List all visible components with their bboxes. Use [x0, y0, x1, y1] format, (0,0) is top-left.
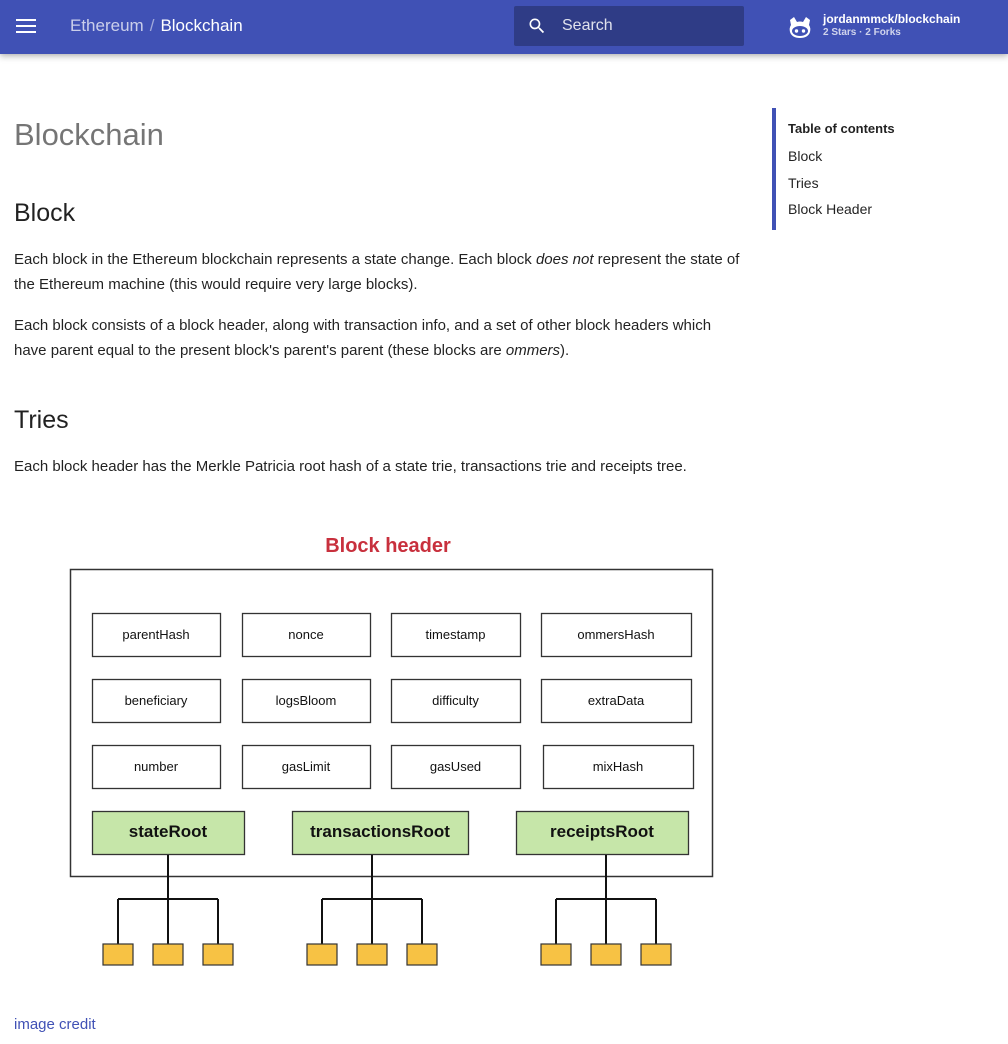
- search-box[interactable]: [514, 6, 744, 46]
- root-label-state-root: stateRoot: [129, 822, 208, 841]
- field-label-logs-bloom: logsBloom: [276, 693, 337, 708]
- toc-item-block-header[interactable]: Block Header: [788, 201, 872, 217]
- trie-leaf-node: [152, 943, 184, 966]
- field-label-timestamp: timestamp: [426, 627, 486, 642]
- p2-text-b: ).: [560, 342, 570, 359]
- field-label-extra-data: extraData: [588, 693, 645, 708]
- trie-leaf-node: [356, 943, 388, 966]
- repo-name: jordanmmck/blockchain: [823, 12, 961, 26]
- trie-leaf-node: [406, 943, 438, 966]
- field-label-difficulty: difficulty: [432, 693, 479, 708]
- breadcrumb: Ethereum / Blockchain: [70, 15, 243, 37]
- root-label-transactions-root: transactionsRoot: [310, 822, 450, 841]
- breadcrumb-separator: /: [149, 16, 155, 35]
- block-header-diagram: Block header parentHash nonce timestamp omm…: [60, 525, 740, 980]
- page-title: Blockchain: [14, 117, 164, 152]
- menu-icon[interactable]: [13, 14, 39, 40]
- trie-leaf-node: [540, 943, 572, 966]
- toc-title: Table of contents: [788, 121, 895, 136]
- block-paragraph-1: Each block in the Ethereum blockchain re…: [14, 247, 742, 297]
- site-name[interactable]: Ethereum: [70, 16, 144, 35]
- search-input[interactable]: [562, 6, 732, 46]
- field-label-gas-used: gasUsed: [430, 759, 481, 774]
- repo-link[interactable]: jordanmmck/blockchain 2 Stars · 2 Forks: [786, 12, 996, 44]
- p2-text-a: Each block consists of a block header, a…: [14, 317, 712, 359]
- trie-leaf-node: [202, 943, 234, 966]
- image-credit-line: image credit: [14, 1012, 742, 1037]
- field-label-number: number: [134, 759, 179, 774]
- block-heading: Block: [14, 199, 76, 227]
- field-label-nonce: nonce: [288, 627, 323, 642]
- root-label-receipts-root: receiptsRoot: [550, 822, 654, 841]
- top-header: Ethereum / Blockchain jordanmmck/blockchai…: [0, 0, 1008, 54]
- github-octocat-icon: [789, 17, 811, 38]
- field-label-ommers-hash: ommersHash: [577, 627, 654, 642]
- toc-item-tries[interactable]: Tries: [788, 175, 819, 191]
- tries-heading: Tries: [14, 406, 69, 434]
- page-name: Blockchain: [160, 16, 243, 35]
- diagram-title: Block header: [325, 535, 451, 557]
- p1-emphasis: does not: [535, 251, 594, 268]
- trie-leaf-node: [306, 943, 338, 966]
- p1-text-a: Each block in the Ethereum blockchain re…: [14, 251, 536, 268]
- tries-paragraph: Each block header has the Merkle Patrici…: [14, 458, 687, 475]
- field-label-gas-limit: gasLimit: [282, 759, 331, 774]
- trie-leaf-node: [590, 943, 622, 966]
- field-label-beneficiary: beneficiary: [125, 693, 188, 708]
- search-icon: [529, 18, 545, 34]
- block-paragraph-2: Each block consists of a block header, a…: [14, 313, 742, 363]
- image-credit-link[interactable]: image credit: [14, 1016, 96, 1033]
- trie-leaf-node: [640, 943, 672, 966]
- trie-leaf-node: [102, 943, 134, 966]
- table-of-contents: Table of contents Block Tries Block Head…: [772, 108, 976, 230]
- p2-emphasis: ommers: [505, 342, 561, 359]
- toc-item-block[interactable]: Block: [788, 148, 822, 164]
- repo-facts: 2 Stars · 2 Forks: [823, 27, 901, 38]
- field-label-parent-hash: parentHash: [122, 627, 189, 642]
- field-label-mix-hash: mixHash: [593, 759, 644, 774]
